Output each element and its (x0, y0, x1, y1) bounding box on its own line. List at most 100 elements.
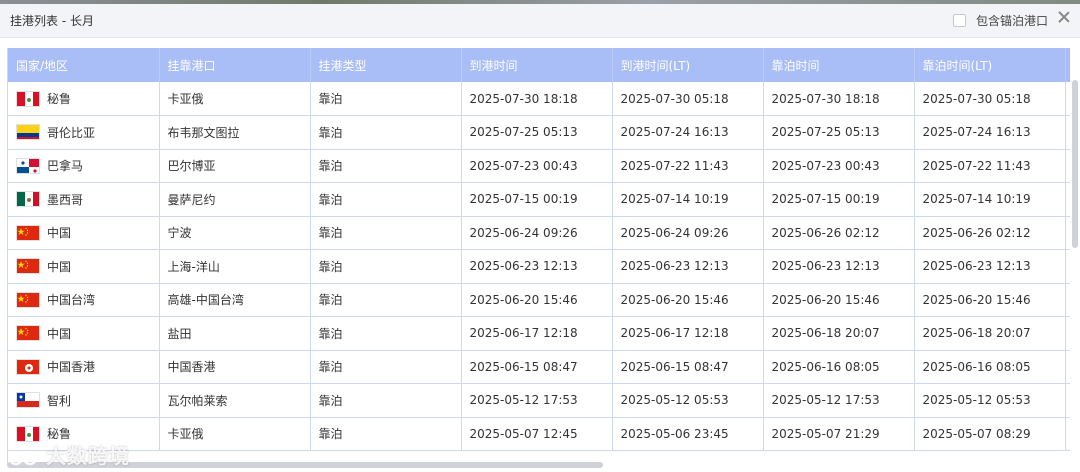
country-cell: 中国 (8, 249, 160, 284)
country-cell: 中国台湾 (8, 283, 160, 317)
china-flag-icon (16, 224, 40, 241)
arrival-time-cell: 2025-06-24 09:26 (461, 216, 613, 250)
arrival-time-lt-cell: 2025-05-12 05:53 (612, 383, 764, 418)
mexico-flag-icon (16, 191, 40, 208)
table-row[interactable]: 秘鲁 卡亚俄 靠泊 2025-05-07 12:45 2025-05-06 23:45 2… (8, 417, 1070, 451)
port-cell: 曼萨尼约 (159, 182, 311, 217)
dialog-header: 挂港列表 - 长月 包含锚泊港口 (0, 4, 1080, 38)
departure-cell-partial (1065, 149, 1070, 183)
close-icon[interactable] (1056, 9, 1072, 25)
berth-time-lt-cell: 2025-07-22 11:43 (914, 149, 1066, 183)
arrival-time-cell: 2025-05-12 17:53 (461, 383, 613, 418)
arrival-time-cell: 2025-06-23 12:13 (461, 249, 613, 284)
port-cell: 盐田 (159, 316, 311, 351)
hongkong-flag-icon (16, 358, 40, 375)
berth-time-lt-cell: 2025-05-07 08:29 (914, 417, 1066, 451)
country-name: 中国 (47, 326, 72, 341)
country-cell: 巴拿马 (8, 149, 160, 183)
country-name: 中国 (47, 259, 72, 274)
arrival-time-cell: 2025-06-15 08:47 (461, 350, 613, 384)
column-header-call-type[interactable]: 挂港类型 (310, 48, 462, 82)
table-row[interactable]: 中国台湾 高雄-中国台湾 靠泊 2025-06-20 15:46 2025-06-20 … (8, 283, 1070, 317)
column-header-berth-time-lt[interactable]: 靠泊时间(LT) (914, 48, 1066, 82)
chile-flag-icon (16, 392, 40, 409)
departure-cell-partial (1065, 115, 1070, 150)
column-header-berth-time[interactable]: 靠泊时间 (763, 48, 915, 82)
berth-time-cell: 2025-07-23 00:43 (763, 149, 915, 183)
arrival-time-lt-cell: 2025-07-30 05:18 (612, 82, 764, 116)
port-cell: 巴尔博亚 (159, 149, 311, 183)
country-cell: 中国 (8, 216, 160, 250)
include-anchorage-option[interactable]: 包含锚泊港口 (952, 12, 1048, 29)
column-header-arrival-time[interactable]: 到港时间 (461, 48, 613, 82)
country-cell: 墨西哥 (8, 182, 160, 217)
arrival-time-cell: 2025-07-30 18:18 (461, 82, 613, 116)
departure-cell-partial (1065, 249, 1070, 284)
port-call-table: 国家/地区 挂靠港口 挂港类型 到港时间 到港时间(LT) 靠泊时间 靠泊时间(… (8, 48, 1070, 451)
country-name: 智利 (47, 393, 72, 408)
berth-time-lt-cell: 2025-05-12 05:53 (914, 383, 1066, 418)
departure-cell-partial (1065, 82, 1070, 116)
port-cell: 上海-洋山 (159, 249, 311, 284)
table-row[interactable]: 中国 盐田 靠泊 2025-06-17 12:18 2025-06-17 12:18 20… (8, 316, 1070, 351)
country-cell: 智利 (8, 383, 160, 418)
port-cell: 卡亚俄 (159, 82, 311, 116)
table-row[interactable]: 中国 宁波 靠泊 2025-06-24 09:26 2025-06-24 09:26 20… (8, 216, 1070, 250)
call-type-cell: 靠泊 (310, 316, 462, 351)
berth-time-lt-cell: 2025-06-23 12:13 (914, 249, 1066, 284)
departure-cell-partial (1065, 216, 1070, 250)
country-name: 中国香港 (47, 360, 96, 375)
berth-time-lt-cell: 2025-06-16 08:05 (914, 350, 1066, 384)
include-anchorage-label: 包含锚泊港口 (975, 14, 1048, 28)
berth-time-lt-cell: 2025-06-26 02:12 (914, 216, 1066, 250)
call-type-cell: 靠泊 (310, 249, 462, 284)
country-name: 墨西哥 (47, 192, 84, 207)
port-cell: 瓦尔帕莱索 (159, 383, 311, 418)
arrival-time-cell: 2025-06-17 12:18 (461, 316, 613, 351)
berth-time-cell: 2025-06-16 08:05 (763, 350, 915, 384)
colombia-flag-icon (16, 124, 40, 141)
arrival-time-lt-cell: 2025-05-06 23:45 (612, 417, 764, 451)
port-cell: 宁波 (159, 216, 311, 250)
call-type-cell: 靠泊 (310, 350, 462, 384)
arrival-time-cell: 2025-07-15 00:19 (461, 182, 613, 217)
call-type-cell: 靠泊 (310, 216, 462, 250)
china-flag-icon (16, 291, 40, 308)
vertical-scrollbar[interactable] (1072, 80, 1078, 248)
arrival-time-cell: 2025-07-23 00:43 (461, 149, 613, 183)
column-header-departure-partial[interactable]: 离 (1065, 48, 1070, 82)
column-header-country[interactable]: 国家/地区 (8, 48, 160, 82)
watermark: 大数跨境 (8, 440, 130, 469)
column-header-port[interactable]: 挂靠港口 (159, 48, 311, 82)
table-row[interactable]: 巴拿马 巴尔博亚 靠泊 2025-07-23 00:43 2025-07-22 11:4… (8, 149, 1070, 183)
port-call-table-container[interactable]: 国家/地区 挂靠港口 挂港类型 到港时间 到港时间(LT) 靠泊时间 靠泊时间(… (7, 48, 1070, 464)
arrival-time-cell: 2025-05-07 12:45 (461, 417, 613, 451)
arrival-time-lt-cell: 2025-07-14 10:19 (612, 182, 764, 217)
berth-time-lt-cell: 2025-06-18 20:07 (914, 316, 1066, 351)
column-header-arrival-time-lt[interactable]: 到港时间(LT) (612, 48, 764, 82)
table-row[interactable]: 秘鲁 卡亚俄 靠泊 2025-07-30 18:18 2025-07-30 05:18 2… (8, 82, 1070, 116)
table-row[interactable]: 中国 上海-洋山 靠泊 2025-06-23 12:13 2025-06-23 12:1… (8, 249, 1070, 284)
table-row[interactable]: 中国香港 中国香港 靠泊 2025-06-15 08:47 2025-06-15 08:… (8, 350, 1070, 384)
call-type-cell: 靠泊 (310, 82, 462, 116)
port-cell: 中国香港 (159, 350, 311, 384)
port-cell: 高雄-中国台湾 (159, 283, 311, 317)
watermark-text: 大数跨境 (46, 444, 130, 468)
table-row[interactable]: 智利 瓦尔帕莱索 靠泊 2025-05-12 17:53 2025-05-12 05:5… (8, 383, 1070, 418)
arrival-time-lt-cell: 2025-07-24 16:13 (612, 115, 764, 150)
berth-time-lt-cell: 2025-07-30 05:18 (914, 82, 1066, 116)
dialog-title: 挂港列表 - 长月 (10, 14, 94, 28)
call-type-cell: 靠泊 (310, 283, 462, 317)
departure-cell-partial (1065, 316, 1070, 351)
table-row[interactable]: 哥伦比亚 布韦那文图拉 靠泊 2025-07-25 05:13 2025-07-24 1… (8, 115, 1070, 150)
country-name: 中国台湾 (47, 293, 96, 308)
country-cell: 中国香港 (8, 350, 160, 384)
arrival-time-lt-cell: 2025-06-17 12:18 (612, 316, 764, 351)
include-anchorage-checkbox[interactable] (952, 14, 966, 27)
arrival-time-lt-cell: 2025-06-24 09:26 (612, 216, 764, 250)
peru-flag-icon (16, 90, 40, 107)
berth-time-lt-cell: 2025-07-14 10:19 (914, 182, 1066, 217)
country-name: 秘鲁 (47, 92, 72, 106)
table-row[interactable]: 墨西哥 曼萨尼约 靠泊 2025-07-15 00:19 2025-07-14 10:1… (8, 182, 1070, 217)
arrival-time-lt-cell: 2025-06-23 12:13 (612, 249, 764, 284)
